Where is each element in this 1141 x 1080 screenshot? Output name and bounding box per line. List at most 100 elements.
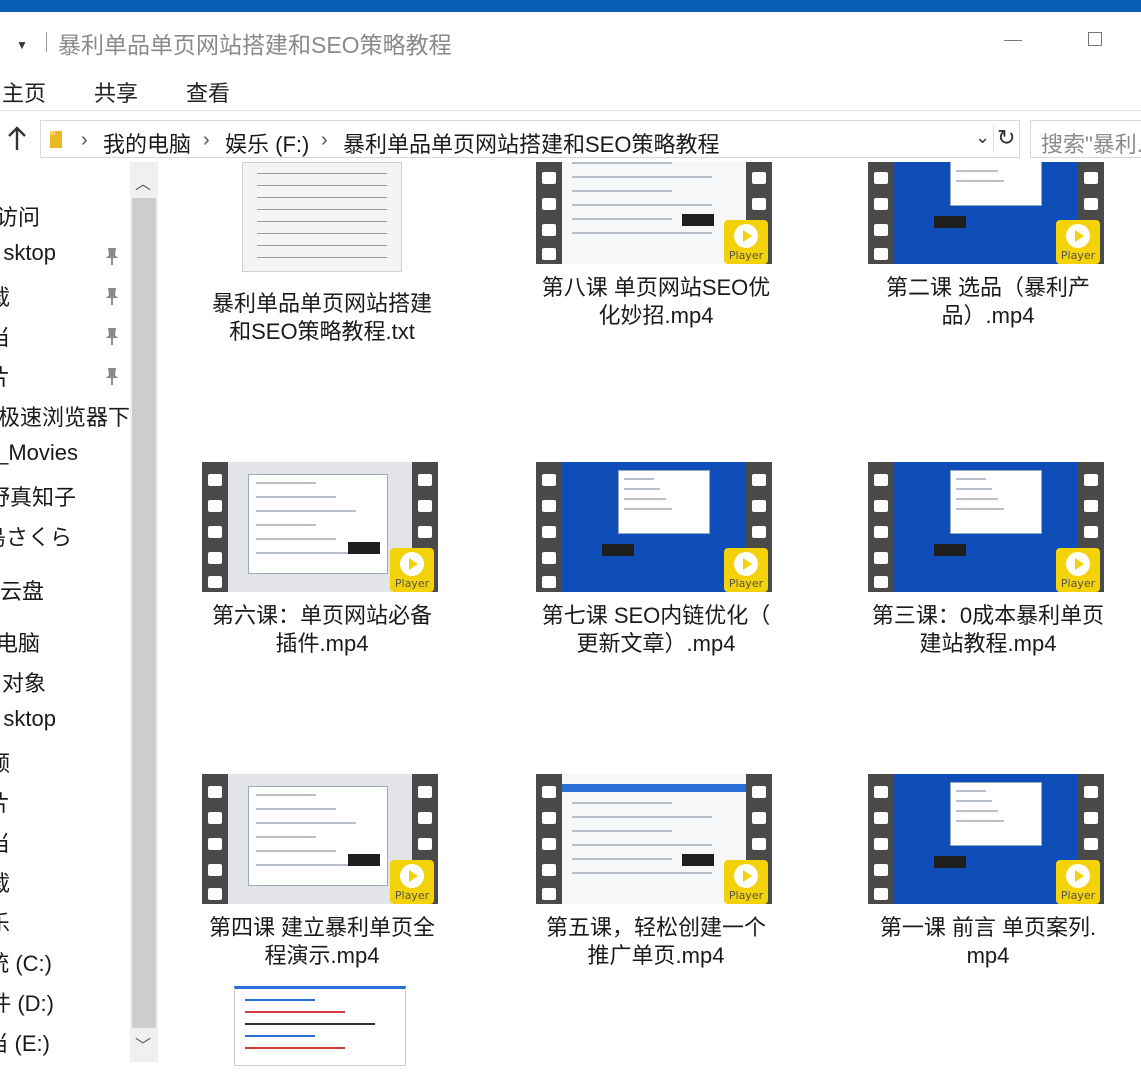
film-sprocket: [874, 888, 888, 900]
pin-icon[interactable]: [104, 366, 120, 386]
film-sprocket: [542, 888, 556, 900]
nav-item[interactable]: 件 (D:): [0, 984, 54, 1018]
title-separator: [46, 32, 47, 52]
nav-item[interactable]: 云盘: [0, 572, 44, 606]
play-icon: Player: [390, 548, 434, 592]
breadcrumb-drive-f[interactable]: 娱乐 (F:): [225, 127, 309, 159]
file-item-video[interactable]: Player 第八课 单页网站SEO优 化妙招.mp4: [506, 162, 806, 422]
nav-item[interactable]: _Movies: [0, 438, 78, 472]
breadcrumb-my-computer[interactable]: 我的电脑: [103, 127, 191, 159]
nav-item-label: sktop: [3, 240, 56, 265]
nav-scrollbar[interactable]: ︿ ﹀: [130, 162, 158, 1062]
player-badge-label: Player: [728, 577, 764, 590]
scroll-up-icon[interactable]: ︿: [135, 170, 151, 194]
image-file-thumbnail[interactable]: [234, 986, 406, 1066]
nav-item[interactable]: sktop: [0, 238, 56, 272]
nav-item[interactable]: 片: [0, 784, 10, 818]
file-item-video[interactable]: Player 第六课：单页网站必备 插件.mp4: [172, 462, 472, 722]
nav-item[interactable]: 统 (C:): [0, 944, 52, 978]
file-item-video[interactable]: Player 第三课：0成本暴利单页 建站教程.mp4: [838, 462, 1138, 722]
film-sprocket: [1084, 838, 1098, 850]
breadcrumb-current-folder[interactable]: 暴利单品单页网站搭建和SEO策略教程: [343, 127, 719, 159]
film-sprocket: [208, 576, 222, 588]
nav-item[interactable]: 野真知子: [0, 478, 76, 512]
file-item-video[interactable]: Player 第五课，轻松创建一个 推广单页.mp4: [506, 774, 806, 1034]
nav-item-label: 当: [0, 320, 10, 352]
nav-item-label: 件 (D:): [0, 991, 54, 1016]
up-arrow-icon[interactable]: [6, 124, 28, 152]
refresh-icon[interactable]: ↻: [997, 125, 1015, 151]
minimize-button[interactable]: [1004, 40, 1022, 41]
tab-home[interactable]: 主页: [2, 76, 46, 108]
quick-access-dropdown-icon[interactable]: ▼: [16, 38, 28, 52]
address-bar[interactable]: › 我的电脑 › 娱乐 (F:) › 暴利单品单页网站搭建和SEO策略教程 ⌄ …: [40, 120, 1020, 158]
nav-item[interactable]: 对象: [0, 664, 46, 698]
maximize-button[interactable]: [1088, 32, 1102, 46]
file-name-line1: 第一课 前言 单页案列.: [879, 915, 1097, 940]
film-sprocket: [1084, 474, 1098, 486]
file-item-video[interactable]: Player 第二课 选品（暴利产 品）.mp4: [838, 162, 1138, 422]
nav-item[interactable]: 频: [0, 744, 10, 778]
search-input[interactable]: 搜索"暴利...: [1030, 120, 1141, 158]
film-sprocket: [874, 552, 888, 564]
nav-item[interactable]: sktop: [0, 704, 56, 738]
film-sprocket: [208, 812, 222, 824]
play-icon: Player: [1056, 860, 1100, 904]
film-sprocket: [208, 864, 222, 876]
nav-item-label: _Movies: [0, 440, 78, 465]
scrollbar-thumb[interactable]: [132, 198, 156, 1028]
tab-share[interactable]: 共享: [94, 76, 138, 108]
nav-item-label: 云盘: [0, 579, 44, 604]
nav-item[interactable]: e极速浏览器下: [0, 398, 130, 432]
dropdown-icon[interactable]: ⌄: [975, 127, 990, 148]
film-sprocket: [418, 812, 432, 824]
nav-item-label: 电脑: [0, 631, 40, 656]
nav-item[interactable]: 当 (E:): [0, 1024, 50, 1058]
film-sprocket: [542, 224, 556, 236]
film-sprocket: [1084, 526, 1098, 538]
film-sprocket: [1084, 172, 1098, 184]
nav-item[interactable]: 访问: [0, 198, 40, 232]
file-item-video[interactable]: Player 第七课 SEO内链优化（ 更新文章）.mp4: [506, 462, 806, 722]
film-sprocket: [874, 526, 888, 538]
tab-view[interactable]: 查看: [186, 76, 230, 108]
nav-item[interactable]: 片: [0, 358, 10, 392]
film-sprocket: [542, 172, 556, 184]
film-sprocket: [874, 838, 888, 850]
file-name-line2: 建站教程.mp4: [919, 631, 1057, 656]
file-item-video[interactable]: Player 第一课 前言 单页案列. mp4: [838, 774, 1138, 1034]
nav-item[interactable]: 电脑: [0, 624, 40, 658]
scroll-down-icon[interactable]: ﹀: [135, 1032, 151, 1056]
pin-icon[interactable]: [104, 246, 120, 266]
play-icon: Player: [724, 220, 768, 264]
pin-icon[interactable]: [104, 326, 120, 346]
film-sprocket: [752, 172, 766, 184]
ribbon-divider: [0, 110, 1141, 111]
film-sprocket: [542, 552, 556, 564]
nav-item-label: 频: [0, 746, 10, 778]
film-sprocket: [208, 500, 222, 512]
search-placeholder: 搜索"暴利...: [1041, 132, 1141, 157]
file-name-line1: 第五课，轻松创建一个: [545, 915, 766, 940]
film-sprocket: [208, 526, 222, 538]
file-item-txt[interactable]: 暴利单品单页网站搭建 和SEO策略教程.txt: [172, 162, 472, 422]
film-sprocket: [874, 576, 888, 588]
pin-icon[interactable]: [104, 286, 120, 306]
film-sprocket: [208, 474, 222, 486]
nav-item[interactable]: 乐: [0, 904, 10, 938]
file-name-line1: 第三课：0成本暴利单页: [871, 603, 1105, 628]
film-sprocket: [874, 248, 888, 260]
film-sprocket: [418, 786, 432, 798]
nav-item[interactable]: 当: [0, 824, 10, 858]
player-badge-label: Player: [394, 889, 430, 902]
file-name-line1: 第四课 建立暴利单页全: [208, 915, 436, 940]
film-sprocket: [874, 812, 888, 824]
text-file-icon: [242, 162, 402, 272]
film-sprocket: [542, 864, 556, 876]
film-sprocket: [542, 786, 556, 798]
nav-item[interactable]: 载: [0, 864, 10, 898]
nav-item[interactable]: 当: [0, 318, 10, 352]
film-sprocket: [1084, 500, 1098, 512]
nav-item[interactable]: 島さくら: [0, 518, 72, 552]
nav-item[interactable]: 载: [0, 278, 10, 312]
